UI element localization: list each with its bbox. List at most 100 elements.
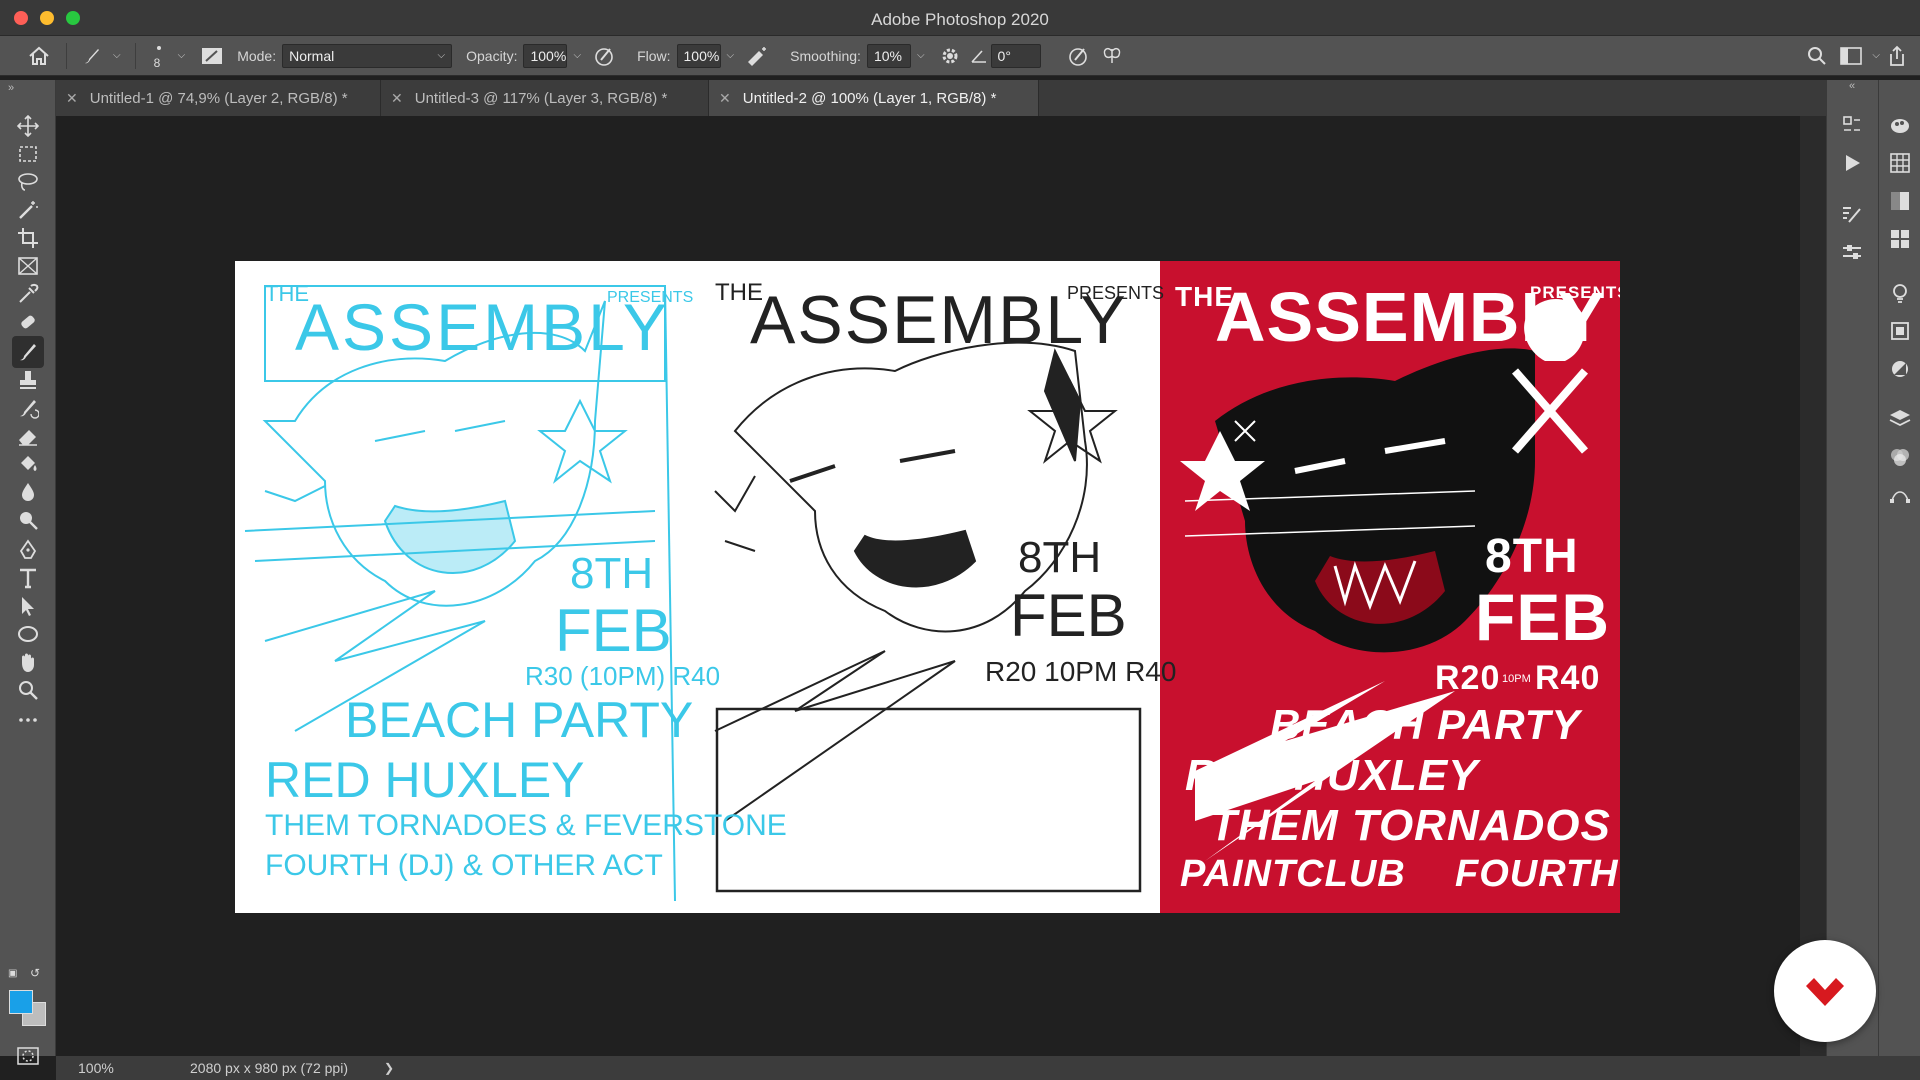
final-line5: FOURTH (1455, 853, 1619, 895)
smoothing-label: Smoothing: (790, 47, 861, 64)
chevron-down-icon: ⌵ (437, 50, 446, 61)
title-bar: Adobe Photoshop 2020 (0, 0, 1920, 36)
sketch-line4: FOURTH (DJ) & OTHER ACT (265, 849, 663, 882)
tools-panel: » ▣ ↺ (0, 80, 56, 1065)
final-line2: RED HUXLEY (1185, 751, 1479, 800)
angle-input[interactable]: 0° (990, 43, 1041, 68)
document-info[interactable]: 2080 px x 980 px (72 ppi) (190, 1060, 348, 1076)
swatches-panel-icon[interactable] (1887, 150, 1913, 176)
history-panel-icon[interactable] (1839, 112, 1865, 138)
final-price-a: R20 (1435, 659, 1501, 697)
sketch-presents: PRESENTS (607, 289, 694, 306)
document-tabs: ✕ Untitled-1 @ 74,9% (Layer 2, RGB/8) * … (56, 80, 1826, 116)
angle-value: 0° (997, 47, 1011, 64)
tab-untitled-1[interactable]: ✕ Untitled-1 @ 74,9% (Layer 2, RGB/8) * (56, 80, 381, 116)
window-title: Adobe Photoshop 2020 (871, 10, 1049, 29)
brush-size-value: 8 (153, 55, 161, 70)
paths-panel-icon[interactable] (1887, 482, 1913, 508)
flow-input[interactable]: 100% (676, 43, 721, 68)
airbrush-icon[interactable] (740, 40, 774, 72)
color-panel-icon[interactable] (1887, 112, 1913, 138)
libraries-panel-icon[interactable] (1887, 318, 1913, 344)
learn-panel-icon[interactable] (1887, 280, 1913, 306)
expand-panel-icon[interactable]: » (8, 82, 14, 94)
close-tab-icon[interactable]: ✕ (66, 90, 78, 107)
default-colors-icon[interactable]: ▣ (8, 968, 17, 979)
opacity-input[interactable]: 100% (523, 43, 568, 68)
collapsed-panels-1: « (1826, 80, 1878, 1056)
brush-size-dropdown-icon[interactable]: ⌵ (178, 50, 186, 61)
photoshop-window: Adobe Photoshop 2020 ⌵ 8 ⌵ Mode: Normal … (0, 0, 1920, 1080)
brush-settings-panel-icon[interactable] (195, 40, 229, 72)
brush-preset-dropdown-icon[interactable]: ⌵ (113, 50, 121, 61)
zoom-level[interactable]: 100% (78, 1060, 158, 1076)
inks-date-month: FEB (1010, 582, 1127, 649)
flow-label: Flow: (637, 47, 671, 64)
options-bar: ⌵ 8 ⌵ Mode: Normal ⌵ Opacity: 100% ⌵ Flo… (0, 36, 1920, 76)
healing-brush-icon[interactable] (12, 306, 44, 338)
document-canvas[interactable]: THE ASSEMBLY PRESENTS 8TH FEB R30 (10PM)… (235, 261, 1620, 913)
share-icon[interactable] (1880, 40, 1914, 72)
brush-settings-icon[interactable] (1839, 202, 1865, 228)
logo-badge (1774, 940, 1876, 1042)
pressure-size-icon[interactable] (1061, 40, 1095, 72)
tool-presets-icon[interactable] (1839, 240, 1865, 266)
foreground-color-swatch[interactable] (9, 990, 33, 1014)
close-tab-icon[interactable]: ✕ (391, 90, 403, 107)
search-icon[interactable] (1800, 40, 1834, 72)
dodge-icon[interactable] (12, 504, 44, 536)
tab-untitled-3[interactable]: ✕ Untitled-3 @ 117% (Layer 3, RGB/8) * (381, 80, 709, 116)
final-price-time: 10PM (1502, 673, 1531, 685)
mode-label: Mode: (237, 47, 277, 64)
workspace-icon[interactable] (1834, 40, 1868, 72)
actions-panel-icon[interactable] (1839, 150, 1865, 176)
layers-panel-icon[interactable] (1887, 406, 1913, 432)
sketch-line3: THEM TORNADOES & FEVERSTONE (265, 809, 787, 842)
tab-untitled-2[interactable]: ✕ Untitled-2 @ 100% (Layer 1, RGB/8) * (709, 80, 1039, 116)
channels-panel-icon[interactable] (1887, 444, 1913, 470)
flow-dropdown-icon[interactable]: ⌵ (727, 50, 735, 61)
chevron-right-icon[interactable]: ❯ (384, 1061, 394, 1075)
gear-icon[interactable] (933, 40, 967, 72)
workspace-dropdown-icon[interactable]: ⌵ (1872, 50, 1880, 61)
brush-preset-icon[interactable] (75, 40, 109, 72)
tab-label: Untitled-2 @ 100% (Layer 1, RGB/8) * (742, 89, 997, 107)
mode-select[interactable]: Normal ⌵ (282, 43, 453, 68)
brush-size-picker[interactable]: 8 (144, 40, 174, 72)
smoothing-input[interactable]: 10% (866, 43, 911, 68)
opacity-dropdown-icon[interactable]: ⌵ (573, 50, 581, 61)
logo-icon (1806, 978, 1844, 1006)
sketch-date-month: FEB (555, 597, 672, 664)
tab-label: Untitled-1 @ 74,9% (Layer 2, RGB/8) * (89, 89, 348, 107)
quick-mask-icon[interactable] (12, 1040, 44, 1072)
smoothing-value: 10% (873, 47, 902, 64)
symmetry-icon[interactable] (1095, 40, 1129, 72)
gradients-panel-icon[interactable] (1887, 188, 1913, 214)
home-icon[interactable] (20, 40, 58, 72)
status-bar: 100% 2080 px x 980 px (72 ppi) ❯ (56, 1056, 1920, 1080)
zoom-icon[interactable] (12, 674, 44, 706)
close-tab-icon[interactable]: ✕ (719, 90, 731, 107)
inks-date-day: 8TH (1018, 533, 1102, 582)
patterns-panel-icon[interactable] (1887, 226, 1913, 252)
sketch-line1: BEACH PARTY (345, 692, 694, 748)
pressure-opacity-icon[interactable] (587, 40, 621, 72)
smoothing-dropdown-icon[interactable]: ⌵ (917, 50, 925, 61)
screen-mode-icon[interactable] (12, 1076, 44, 1080)
collapse-panels-icon[interactable]: « (1849, 80, 1855, 92)
more-tools-icon[interactable] (12, 704, 44, 736)
final-line1: BEACH PARTY (1270, 701, 1581, 748)
tab-label: Untitled-3 @ 117% (Layer 3, RGB/8) * (414, 89, 668, 107)
final-line3: THEM TORNADOS (1210, 801, 1611, 850)
adjustments-panel-icon[interactable] (1887, 356, 1913, 382)
final-price-b: R40 (1535, 659, 1601, 697)
sketch-price: R30 (10PM) R40 (525, 661, 721, 691)
vertical-scrollbar[interactable] (1800, 116, 1826, 1056)
final-date-month: FEB (1475, 580, 1610, 654)
collapsed-panels-2 (1878, 80, 1920, 1056)
mode-value: Normal (289, 47, 335, 64)
final-line4: PAINTCLUB (1180, 853, 1406, 895)
flow-value: 100% (683, 47, 720, 64)
inks-presents: PRESENTS (1067, 283, 1165, 303)
swap-colors-icon[interactable]: ↺ (30, 966, 40, 980)
